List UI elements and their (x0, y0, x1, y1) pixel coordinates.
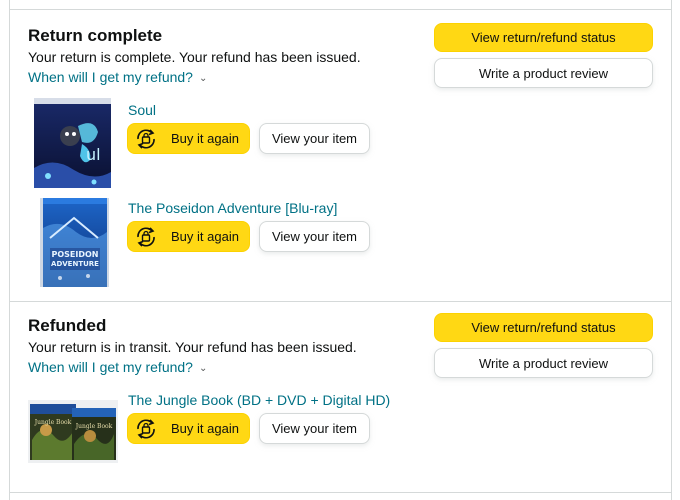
buy-it-again-label: Buy it again (171, 421, 239, 436)
view-your-item-button[interactable]: View your item (259, 123, 370, 154)
divider-bottom (9, 492, 672, 493)
svg-text:POSEIDON: POSEIDON (51, 250, 98, 259)
svg-text:Jungle Book: Jungle Book (75, 423, 113, 430)
view-your-item-button[interactable]: View your item (259, 413, 370, 444)
refund-timing-link-label: When will I get my refund? (28, 359, 193, 375)
section-status-title: Return complete (28, 26, 163, 45)
product-title-link[interactable]: Soul (128, 102, 156, 118)
buy-it-again-label: Buy it again (171, 131, 239, 146)
chevron-down-icon: ⌄ (198, 363, 208, 374)
product-image-jungle-book[interactable]: Jungle Book Jungle Book (28, 400, 118, 463)
refund-timing-link-label: When will I get my refund? (28, 69, 193, 85)
buy-it-again-button[interactable]: Buy it again (127, 413, 250, 444)
product-title-link[interactable]: The Poseidon Adventure [Blu-ray] (128, 200, 337, 216)
return-section-complete: Return complete Your return is complete.… (10, 10, 671, 301)
orders-frame-right-border (671, 0, 672, 500)
buy-again-icon (133, 224, 159, 250)
product-title-link[interactable]: The Jungle Book (BD + DVD + Digital HD) (128, 392, 390, 408)
buy-it-again-button[interactable]: Buy it again (127, 221, 250, 252)
product-image-soul[interactable]: ul (34, 98, 111, 188)
view-return-status-button[interactable]: View return/refund status (434, 23, 653, 52)
write-review-button[interactable]: Write a product review (434, 348, 653, 378)
return-section-refunded: Refunded Your return is in transit. Your… (10, 302, 671, 492)
refund-timing-link[interactable]: When will I get my refund? ⌄ (28, 69, 207, 85)
product-image-poseidon[interactable]: POSEIDON ADVENTURE (40, 198, 109, 287)
buy-again-icon (133, 126, 159, 152)
section-status-description: Your return is in transit. Your refund h… (28, 339, 357, 355)
buy-it-again-label: Buy it again (171, 229, 239, 244)
buy-again-icon (133, 416, 159, 442)
chevron-down-icon: ⌄ (198, 73, 208, 84)
view-your-item-button[interactable]: View your item (259, 221, 370, 252)
refund-timing-link[interactable]: When will I get my refund? ⌄ (28, 359, 207, 375)
svg-text:ul: ul (86, 145, 101, 164)
buy-it-again-button[interactable]: Buy it again (127, 123, 250, 154)
view-return-status-button[interactable]: View return/refund status (434, 313, 653, 342)
section-status-title: Refunded (28, 316, 107, 335)
write-review-button[interactable]: Write a product review (434, 58, 653, 88)
svg-text:ADVENTURE: ADVENTURE (51, 260, 99, 268)
svg-text:Jungle Book: Jungle Book (34, 419, 72, 426)
section-status-description: Your return is complete. Your refund has… (28, 49, 361, 65)
